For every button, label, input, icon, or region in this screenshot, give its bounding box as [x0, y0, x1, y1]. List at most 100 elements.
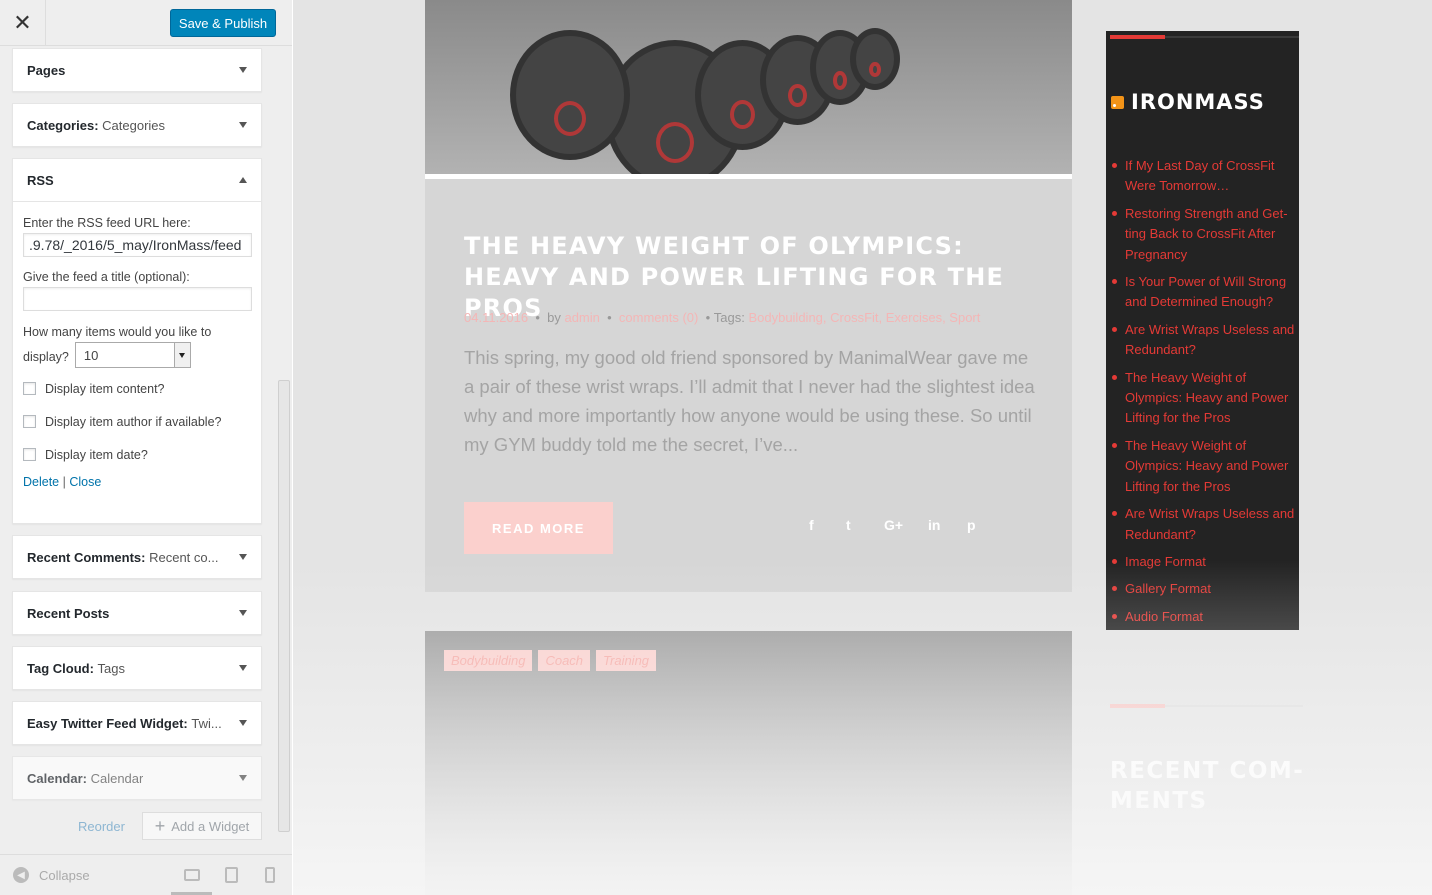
- desktop-preview-icon[interactable]: [184, 869, 200, 881]
- widget-title: Calendar: [27, 770, 83, 786]
- post-author[interactable]: admin: [564, 310, 599, 325]
- rss-item[interactable]: If My Last Day of CrossFit Were Tomorrow…: [1112, 156, 1298, 197]
- rss-title-label: Give the feed a title (optional):: [23, 270, 190, 284]
- save-publish-button[interactable]: Save & Publish: [170, 9, 276, 37]
- post-2-tag[interactable]: Coach: [538, 650, 591, 671]
- rss-items-label: How many items would you like to: [23, 325, 212, 339]
- rss-items-list: If My Last Day of CrossFit Were Tomorrow…: [1112, 156, 1298, 630]
- widget-categories[interactable]: Categories: Categories: [12, 103, 262, 147]
- customizer-header: ✕ Save & Publish: [0, 0, 292, 46]
- customizer-panel: ✕ Save & Publish Pages Categories: Categ…: [0, 0, 292, 895]
- rss-item[interactable]: Image Format: [1112, 552, 1298, 572]
- widget-accent-bar: [1110, 704, 1165, 708]
- post-comments[interactable]: comments (0): [619, 310, 698, 325]
- chevron-down-icon[interactable]: [239, 720, 247, 726]
- post-tags-label: Tags:: [713, 310, 745, 325]
- collapse-button[interactable]: ◀ Collapse: [13, 867, 90, 883]
- add-widget-label: Add a Widget: [171, 818, 250, 834]
- widget-actions: Reorder + Add a Widget: [12, 812, 262, 840]
- widget-subtitle: Categories: [102, 117, 166, 133]
- delete-link[interactable]: Delete: [23, 475, 59, 489]
- rss-item[interactable]: The Heavy Weight of Olympics: Heavy and …: [1112, 436, 1298, 497]
- customizer-scrollbar[interactable]: [276, 46, 292, 854]
- display-date-label: Display item date?: [45, 447, 148, 462]
- widget-subtitle: Tags: [97, 660, 126, 676]
- widget-title: Recent Posts: [27, 605, 110, 621]
- post-date[interactable]: 04.11.2016: [464, 310, 528, 325]
- dumbbell-shape: [850, 28, 900, 90]
- rss-widget-title-text: IRONMASS: [1131, 90, 1265, 114]
- widget-recent-comments[interactable]: Recent Comments: Recent co...: [12, 535, 262, 579]
- display-content-checkbox[interactable]: [23, 382, 36, 395]
- rss-icon[interactable]: [1111, 95, 1124, 109]
- rss-items-value: 10: [83, 347, 99, 363]
- display-date-checkbox[interactable]: [23, 448, 36, 461]
- reorder-link[interactable]: Reorder: [78, 819, 125, 834]
- chevron-up-icon[interactable]: [239, 177, 247, 183]
- post-2-tag[interactable]: Bodybuilding: [444, 650, 533, 671]
- chevron-down-icon[interactable]: [239, 67, 247, 73]
- twitter-icon[interactable]: t: [846, 517, 851, 533]
- post-featured-image[interactable]: [425, 0, 1072, 174]
- rss-item[interactable]: Restoring Strength and Get­ting Back to …: [1112, 204, 1298, 265]
- rss-form: Enter the RSS feed URL here: .9.78/_2016…: [13, 201, 261, 501]
- rss-item[interactable]: Are Wrist Wraps Useless and Redundant?: [1112, 504, 1298, 545]
- widget-title: RSS: [27, 172, 54, 188]
- facebook-icon[interactable]: f: [809, 517, 814, 533]
- mobile-preview-icon[interactable]: [265, 867, 275, 883]
- link-separator: |: [62, 475, 66, 489]
- rss-widget-title[interactable]: IRONMASS: [1111, 90, 1265, 114]
- widget-recent-posts[interactable]: Recent Posts: [12, 591, 262, 635]
- widget-title: Categories: [27, 117, 95, 133]
- tablet-preview-icon[interactable]: [225, 867, 238, 883]
- chevron-down-icon[interactable]: [173, 343, 190, 367]
- widget-tag-cloud[interactable]: Tag Cloud: Tags: [12, 646, 262, 690]
- linkedin-icon[interactable]: in: [928, 517, 940, 533]
- rss-widget-preview: IRONMASS If My Last Day of CrossFit Were…: [1106, 31, 1299, 630]
- chevron-down-icon[interactable]: [239, 122, 247, 128]
- post-tags[interactable]: Bodybuilding, CrossFit, Exercises, Sport: [748, 310, 980, 325]
- scrollbar-thumb[interactable]: [278, 380, 290, 832]
- widget-title: Recent Comments: [27, 549, 142, 565]
- chevron-down-icon[interactable]: [239, 665, 247, 671]
- widget-divider: [1165, 705, 1303, 707]
- site-preview: THE HEAVY WEIGHT OF OLYMPICS: HEAVY AND …: [293, 0, 1432, 895]
- read-more-button[interactable]: READ MORE: [464, 502, 613, 554]
- post-excerpt: This spring, my good old friend sponsore…: [464, 347, 1035, 455]
- pinterest-icon[interactable]: p: [967, 517, 976, 533]
- widget-rss: RSS Enter the RSS feed URL here: .9.78/_…: [12, 158, 262, 524]
- widget-subtitle: Twi...: [191, 715, 222, 731]
- rss-item[interactable]: Is Your Power of Will Strong and Determi…: [1112, 272, 1298, 313]
- widget-pages[interactable]: Pages: [12, 48, 262, 92]
- collapse-icon: ◀: [13, 867, 29, 883]
- post-2-tag[interactable]: Training: [596, 650, 657, 671]
- rss-url-input[interactable]: .9.78/_2016/5_may/IronMass/feed: [23, 233, 252, 257]
- google-plus-icon[interactable]: G+: [884, 517, 903, 533]
- chevron-down-icon[interactable]: [239, 775, 247, 781]
- rss-item[interactable]: Are Wrist Wraps Useless and Redundant?: [1112, 320, 1298, 361]
- chevron-down-icon[interactable]: [239, 610, 247, 616]
- widget-title: Pages: [27, 62, 66, 78]
- rss-item[interactable]: Audio Format: [1112, 607, 1298, 627]
- rss-items-label-2: display?: [23, 350, 69, 364]
- post-meta: 04.11.2016 • by admin • comments (0) • T…: [464, 310, 981, 325]
- add-widget-button[interactable]: + Add a Widget: [142, 812, 262, 840]
- widget-title: Tag Cloud: [27, 660, 90, 676]
- rss-item[interactable]: The Heavy Weight of Olympics: Heavy and …: [1112, 368, 1298, 429]
- widget-calendar[interactable]: Calendar: Calendar: [12, 756, 262, 800]
- collapse-label: Collapse: [39, 867, 90, 883]
- display-author-checkbox[interactable]: [23, 415, 36, 428]
- display-content-label: Display item content?: [45, 381, 165, 396]
- widget-twitter-feed[interactable]: Easy Twitter Feed Widget: Twi...: [12, 701, 262, 745]
- widget-rss-header[interactable]: RSS: [13, 159, 261, 201]
- close-icon[interactable]: ✕: [0, 0, 46, 45]
- dumbbell-shape: [510, 30, 630, 160]
- close-link[interactable]: Close: [69, 475, 101, 489]
- rss-url-label: Enter the RSS feed URL here:: [23, 216, 191, 230]
- rss-title-input[interactable]: [23, 287, 252, 311]
- rss-items-select[interactable]: 10: [74, 342, 191, 368]
- chevron-down-icon[interactable]: [239, 554, 247, 560]
- rss-item[interactable]: Gallery Format: [1112, 579, 1298, 599]
- post-by: by: [547, 310, 561, 325]
- post-2-tags: Bodybuilding Coach Training: [444, 650, 657, 671]
